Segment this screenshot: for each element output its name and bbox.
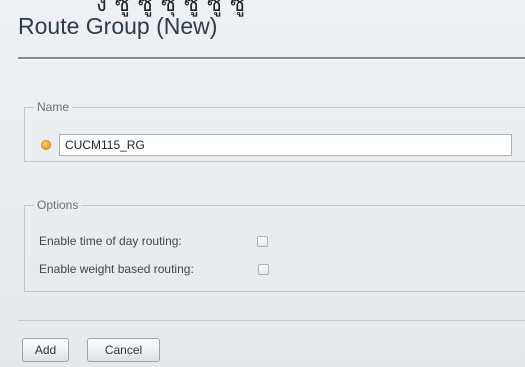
weight-based-routing-row: Enable weight based routing: bbox=[39, 260, 269, 278]
page-title: Route Group (New) bbox=[18, 13, 218, 39]
cancel-button[interactable]: Cancel bbox=[87, 338, 160, 362]
weight-based-routing-checkbox[interactable] bbox=[258, 263, 269, 275]
name-fieldset: Name bbox=[24, 100, 525, 162]
name-legend: Name bbox=[37, 100, 70, 114]
title-divider bbox=[18, 57, 525, 59]
route-group-dialog: ง ซู ซู ซุ ซู๊ ซู่ ซู Route Group (New) … bbox=[0, 0, 525, 367]
options-fieldset: Options Enable time of day routing: Enab… bbox=[24, 198, 525, 292]
footer-divider bbox=[18, 320, 525, 321]
add-button[interactable]: Add bbox=[22, 338, 69, 362]
weight-based-routing-label: Enable weight based routing: bbox=[39, 262, 194, 276]
time-of-day-routing-checkbox[interactable] bbox=[257, 235, 268, 247]
time-of-day-routing-row: Enable time of day routing: bbox=[39, 232, 268, 250]
time-of-day-routing-label: Enable time of day routing: bbox=[39, 234, 182, 248]
name-input[interactable] bbox=[59, 134, 512, 156]
required-field-icon bbox=[41, 140, 51, 150]
options-legend: Options bbox=[37, 198, 79, 212]
